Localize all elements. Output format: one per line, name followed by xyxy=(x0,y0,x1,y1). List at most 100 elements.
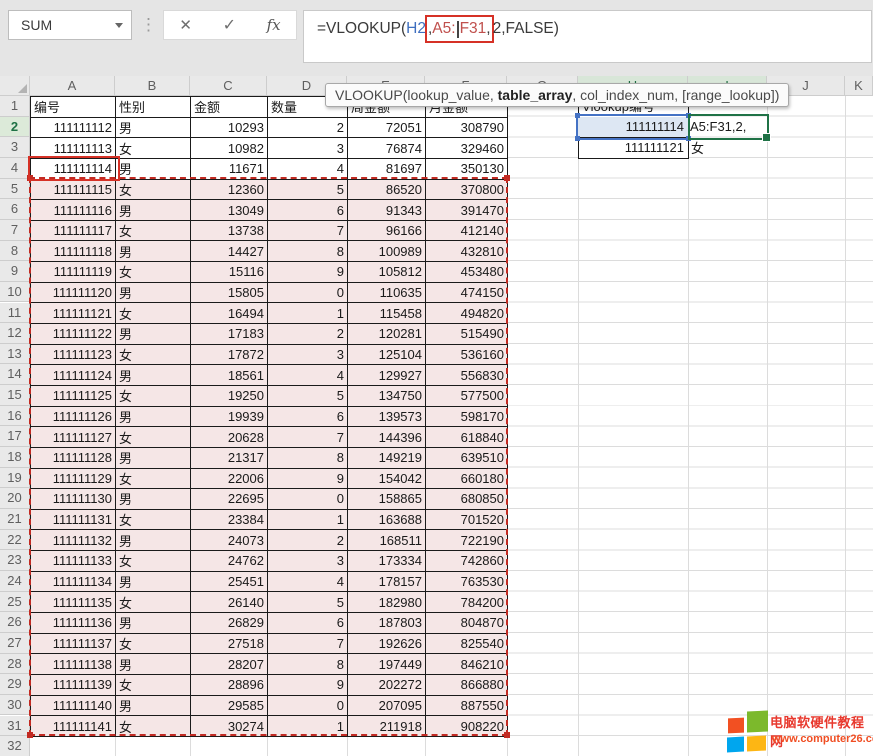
row-header-18[interactable]: 18 xyxy=(0,447,30,468)
row-header-27[interactable]: 27 xyxy=(0,633,30,654)
cell[interactable]: 10293 xyxy=(191,117,268,138)
name-box-value: SUM xyxy=(21,11,52,39)
cell[interactable]: 3 xyxy=(268,138,348,159)
row-header-8[interactable]: 8 xyxy=(0,241,30,262)
row-header-29[interactable]: 29 xyxy=(0,674,30,695)
row-header-12[interactable]: 12 xyxy=(0,323,30,344)
cell[interactable]: 111111112 xyxy=(31,117,116,138)
column-header-B[interactable]: B xyxy=(115,76,190,96)
cell[interactable]: 72051 xyxy=(348,117,426,138)
tooltip-text-2: , col_index_num, [range_lookup]) xyxy=(572,87,779,103)
cell[interactable]: 350130 xyxy=(426,158,508,179)
row-header-6[interactable]: 6 xyxy=(0,199,30,220)
cell[interactable]: 2 xyxy=(268,117,348,138)
cell[interactable]: 81697 xyxy=(348,158,426,179)
cell[interactable]: 4 xyxy=(268,158,348,179)
row-header-28[interactable]: 28 xyxy=(0,654,30,675)
chevron-down-icon[interactable] xyxy=(115,23,123,28)
cell[interactable]: 金额 xyxy=(191,97,268,118)
row-header-9[interactable]: 9 xyxy=(0,261,30,282)
row-header-1[interactable]: 1 xyxy=(0,96,30,117)
row-header-24[interactable]: 24 xyxy=(0,571,30,592)
row-header-5[interactable]: 5 xyxy=(0,179,30,200)
cell[interactable]: 76874 xyxy=(348,138,426,159)
logo-square-green xyxy=(747,710,768,732)
formula-array-ref-2: F31 xyxy=(460,20,487,38)
watermark-url: www.computer26.com xyxy=(772,733,873,745)
gridline xyxy=(578,96,579,756)
cell[interactable]: 308790 xyxy=(426,117,508,138)
gridline xyxy=(845,96,846,756)
formula-bar-strip: SUM ⋮ ✕ ✓ fx =VLOOKUP( H2 , A5: F31 , 2,… xyxy=(0,0,873,76)
cell[interactable]: 男 xyxy=(116,158,191,179)
column-header-A[interactable]: A xyxy=(30,76,115,96)
selection-handle[interactable] xyxy=(575,113,580,118)
insert-function-button[interactable]: fx xyxy=(267,16,281,34)
logo-square-yellow xyxy=(747,736,766,752)
row-header-25[interactable]: 25 xyxy=(0,592,30,613)
result-cell[interactable]: 女 xyxy=(691,138,761,159)
formula-bar[interactable]: =VLOOKUP( H2 , A5: F31 , 2,FALSE) xyxy=(303,10,872,63)
cell[interactable]: 10982 xyxy=(191,138,268,159)
active-cell-border[interactable] xyxy=(688,114,769,140)
formula-prefix: =VLOOKUP( xyxy=(317,20,406,38)
formula-bar-divider-dots: ⋮ xyxy=(140,11,157,39)
row-header-10[interactable]: 10 xyxy=(0,282,30,303)
cancel-button[interactable]: ✕ xyxy=(179,16,192,34)
row-header-19[interactable]: 19 xyxy=(0,468,30,489)
gridline xyxy=(688,96,689,756)
formula-button-panel: ✕ ✓ fx xyxy=(163,10,297,40)
name-box[interactable]: SUM xyxy=(8,10,132,40)
row-header-14[interactable]: 14 xyxy=(0,364,30,385)
row-header-7[interactable]: 7 xyxy=(0,220,30,241)
row-header-32[interactable]: 32 xyxy=(0,736,30,756)
selection-handle[interactable] xyxy=(504,175,510,181)
row-header-21[interactable]: 21 xyxy=(0,509,30,530)
logo-square-blue xyxy=(727,737,744,753)
row-header-30[interactable]: 30 xyxy=(0,695,30,716)
formula-array-ref: A5: xyxy=(432,20,455,38)
table-row: 111111112男10293272051308790 xyxy=(31,117,508,138)
row-header-15[interactable]: 15 xyxy=(0,385,30,406)
row-header-13[interactable]: 13 xyxy=(0,344,30,365)
formula-comma-2: , xyxy=(486,20,490,38)
selection-handle[interactable] xyxy=(504,732,510,738)
cell[interactable]: 性别 xyxy=(116,97,191,118)
column-header-C[interactable]: C xyxy=(190,76,267,96)
range-selection-border[interactable] xyxy=(29,177,508,736)
row-header-20[interactable]: 20 xyxy=(0,488,30,509)
selection-handle[interactable] xyxy=(27,732,33,738)
formula-annotation-box: , A5: F31 , xyxy=(425,15,494,43)
row-header-2[interactable]: 2 xyxy=(0,117,30,138)
lookup-value-cell-2[interactable]: 111111121 xyxy=(578,137,689,159)
enter-button[interactable]: ✓ xyxy=(223,15,236,35)
row-header-3[interactable]: 3 xyxy=(0,137,30,158)
row-header-22[interactable]: 22 xyxy=(0,530,30,551)
cell[interactable]: 329460 xyxy=(426,138,508,159)
row-header-23[interactable]: 23 xyxy=(0,550,30,571)
row-header-11[interactable]: 11 xyxy=(0,303,30,324)
cell[interactable]: 男 xyxy=(116,117,191,138)
tooltip-text: VLOOKUP(lookup_value, xyxy=(335,87,498,103)
select-all-corner[interactable] xyxy=(0,76,30,96)
watermark: 电脑软硬件教程网 www.computer26.com xyxy=(698,704,873,756)
cell[interactable]: 11671 xyxy=(191,158,268,179)
cell[interactable]: 编号 xyxy=(31,97,116,118)
logo-square-red xyxy=(728,718,744,734)
row-header-31[interactable]: 31 xyxy=(0,716,30,737)
cell-annotation-box xyxy=(28,156,120,181)
row-header-17[interactable]: 17 xyxy=(0,426,30,447)
text-cursor xyxy=(457,21,459,38)
reference-highlight-border[interactable] xyxy=(576,114,690,140)
row-header-26[interactable]: 26 xyxy=(0,612,30,633)
formula-text: =VLOOKUP( H2 , A5: F31 , 2,FALSE) xyxy=(317,15,559,43)
cell[interactable]: 女 xyxy=(116,138,191,159)
fill-handle[interactable] xyxy=(762,133,771,142)
column-header-K[interactable]: K xyxy=(845,76,873,96)
formula-suffix: 2,FALSE) xyxy=(493,20,559,38)
select-all-triangle-icon xyxy=(18,84,27,93)
gridline xyxy=(767,96,768,756)
row-header-4[interactable]: 4 xyxy=(0,158,30,179)
selection-handle[interactable] xyxy=(575,136,580,141)
row-header-16[interactable]: 16 xyxy=(0,406,30,427)
